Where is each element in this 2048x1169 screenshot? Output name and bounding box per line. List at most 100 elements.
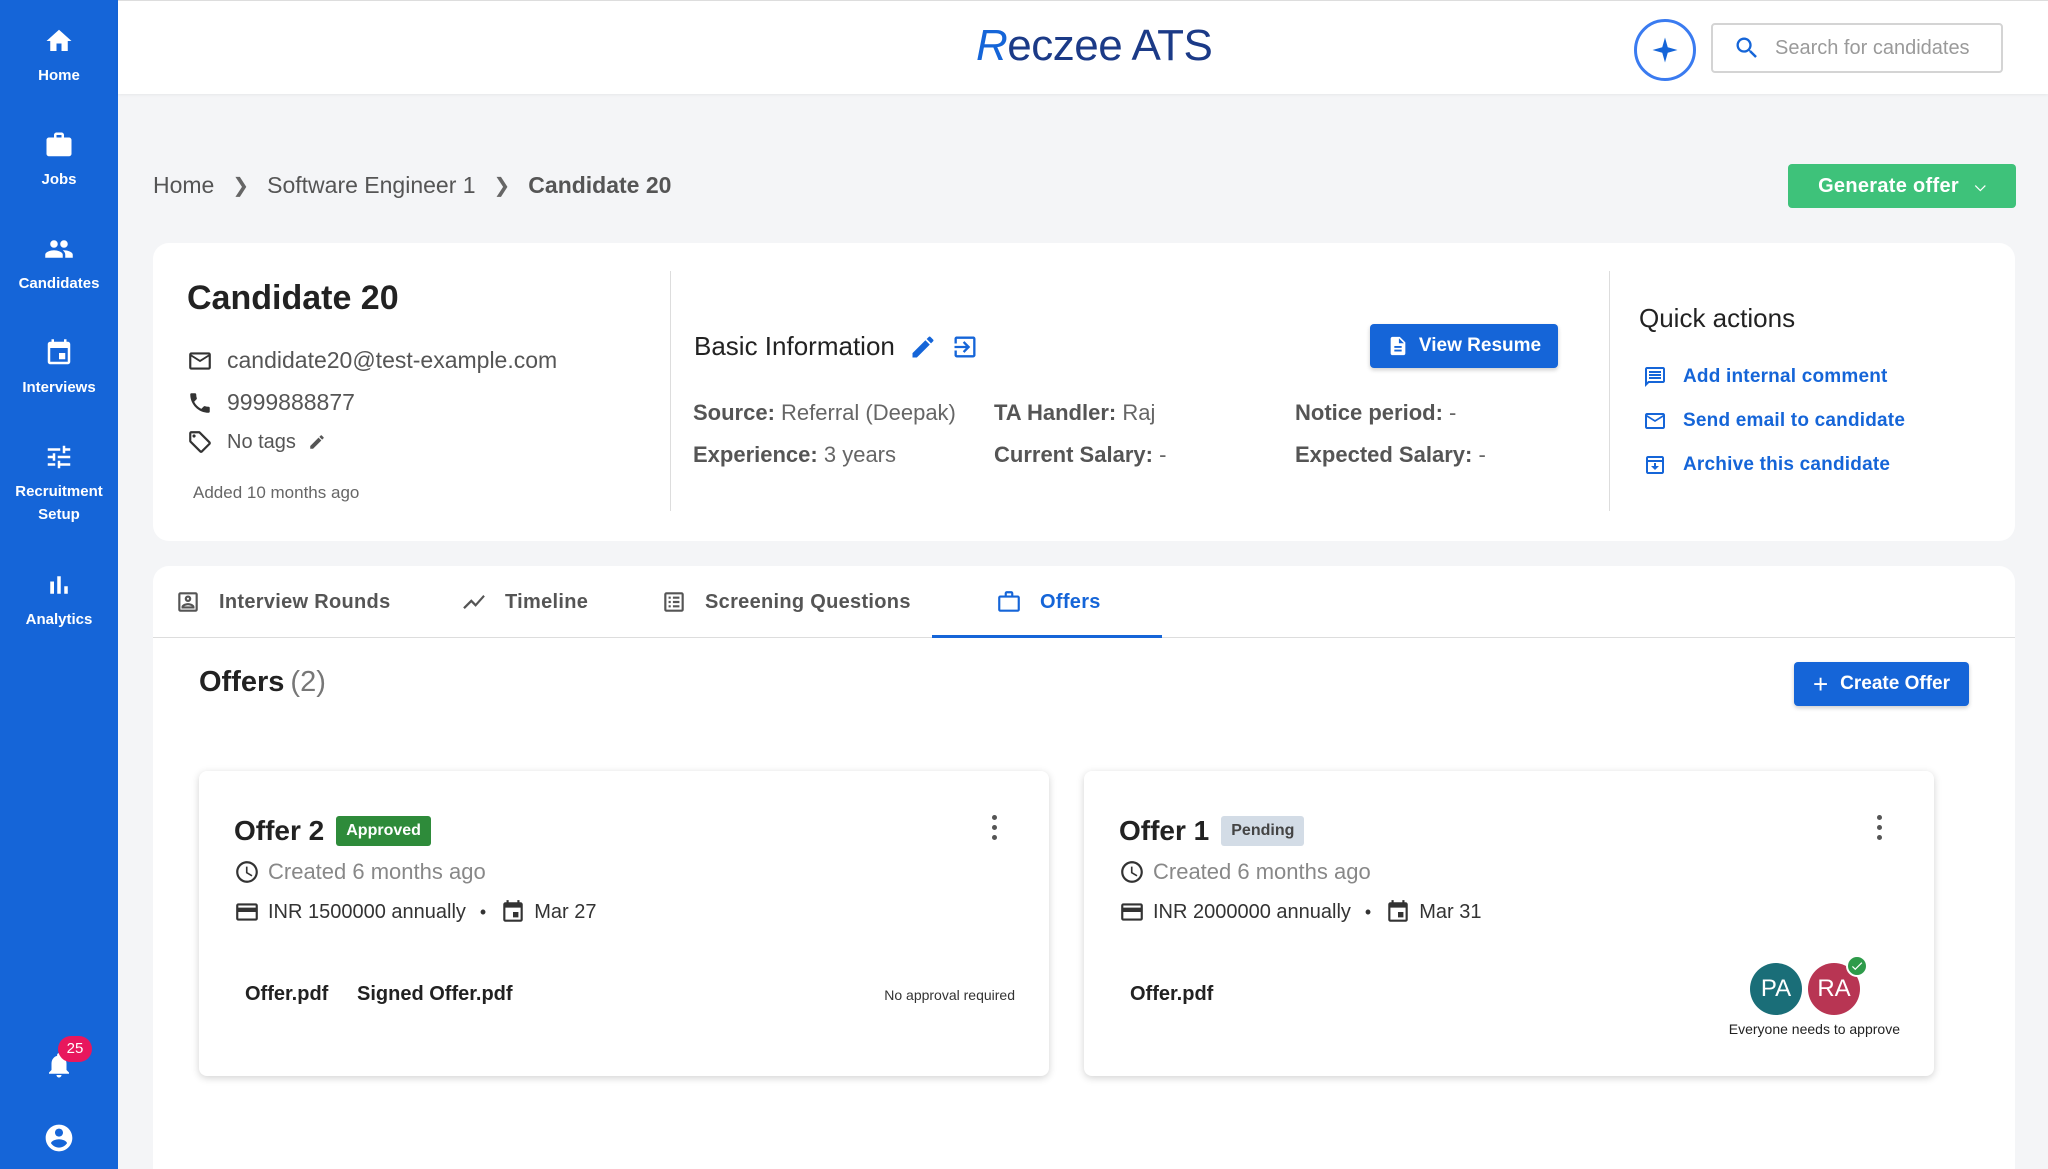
logo-text: eczee ATS <box>1007 21 1213 70</box>
more-options-icon[interactable] <box>989 815 999 843</box>
tab-label: Screening Questions <box>705 590 911 613</box>
offer-title-row: Offer 1 Pending <box>1119 815 1305 847</box>
offers-count: (2) <box>290 666 326 698</box>
document-icon <box>1390 336 1406 356</box>
field-expected-salary: Expected Salary: - <box>1295 442 1486 468</box>
tab-bar: Interview Rounds Timeline Screening Ques… <box>153 566 2015 638</box>
field-value: 3 years <box>823 442 897 467</box>
calendar-icon <box>503 900 523 922</box>
tab-offers[interactable]: Offers <box>996 566 1101 638</box>
mail-icon <box>1645 413 1665 429</box>
sidebar-item-recruitment-setup[interactable]: Recruitment Setup <box>0 442 118 526</box>
tab-interview-rounds[interactable]: Interview Rounds <box>175 566 391 638</box>
field-value: Raj <box>1122 400 1156 425</box>
tab-screening-questions[interactable]: Screening Questions <box>661 566 911 638</box>
briefcase-outline-icon <box>998 591 1020 612</box>
field-value: Referral (Deepak) <box>781 400 956 425</box>
trending-line-icon <box>463 594 485 610</box>
separator-dot: • <box>1364 901 1372 922</box>
sidebar-item-jobs[interactable]: Jobs <box>0 130 118 191</box>
candidate-email-row: candidate20@test-example.com <box>187 347 557 374</box>
approved-check-icon <box>1846 955 1868 977</box>
send-email-action[interactable]: Send email to candidate <box>1643 409 1905 433</box>
breadcrumb-home[interactable]: Home <box>153 172 214 199</box>
offers-heading: Offers (2) <box>199 666 326 699</box>
phone-icon <box>190 392 210 413</box>
search-icon <box>1736 37 1757 58</box>
account-button[interactable] <box>43 1122 75 1154</box>
field-experience: Experience: 3 years <box>693 442 896 468</box>
offers-section: Interview Rounds Timeline Screening Ques… <box>153 566 2015 1169</box>
generate-offer-button[interactable]: Generate offer ⌵ <box>1788 164 2016 208</box>
offer-created-text: Created 6 months ago <box>1153 859 1371 884</box>
quick-action-label: Archive this candidate <box>1683 454 1891 475</box>
offer-title: Offer 2 <box>234 815 325 846</box>
edit-pencil-icon[interactable] <box>909 333 937 361</box>
sidebar-item-label: Jobs <box>41 171 77 188</box>
offer-card[interactable]: Offer 2 Approved Created 6 months ago IN… <box>199 771 1049 1076</box>
sidebar-item-label: Home <box>38 67 80 84</box>
breadcrumb-current: Candidate 20 <box>528 172 672 198</box>
tab-label: Offers <box>1040 590 1101 613</box>
offer-created: Created 6 months ago <box>1119 859 1371 885</box>
sidebar-item-interviews[interactable]: Interviews <box>0 338 118 399</box>
top-header: Reczee ATS <box>118 0 2048 94</box>
more-options-icon[interactable] <box>1874 815 1884 843</box>
field-source: Source: Referral (Deepak) <box>693 400 956 426</box>
create-offer-button[interactable]: + Create Offer <box>1794 662 1969 706</box>
app-logo[interactable]: Reczee ATS <box>976 21 1213 71</box>
comment-icon <box>1645 367 1665 387</box>
avatar[interactable]: PA <box>1750 963 1802 1015</box>
candidate-name: Candidate 20 <box>187 279 399 317</box>
search-input[interactable] <box>1775 36 1995 60</box>
archive-candidate-action[interactable]: Archive this candidate <box>1643 453 1890 477</box>
calendar-icon <box>1388 900 1408 922</box>
quick-action-label: Send email to candidate <box>1683 410 1906 431</box>
open-external-icon[interactable] <box>951 333 979 361</box>
add-internal-comment-action[interactable]: Add internal comment <box>1643 365 1888 389</box>
credit-card-icon <box>1121 903 1143 921</box>
offer-title: Offer 1 <box>1119 815 1210 846</box>
field-label: Notice period: <box>1295 400 1443 425</box>
calendar-icon <box>47 339 71 365</box>
breadcrumb-job[interactable]: Software Engineer 1 <box>267 172 475 199</box>
candidate-phone[interactable]: 9999888877 <box>227 389 355 416</box>
view-resume-button[interactable]: View Resume <box>1370 324 1558 368</box>
quick-action-label: Add internal comment <box>1683 366 1888 387</box>
tab-label: Timeline <box>505 590 589 613</box>
briefcase-icon <box>46 132 72 157</box>
search-bar[interactable] <box>1711 23 2003 73</box>
field-label: Source: <box>693 400 775 425</box>
field-value: - <box>1159 442 1167 467</box>
signed-offer-pdf-link[interactable]: Signed Offer.pdf <box>357 983 513 1006</box>
separator-dot: • <box>479 901 487 922</box>
sidebar-item-analytics[interactable]: Analytics <box>0 570 118 631</box>
tune-icon <box>47 445 71 469</box>
offer-card[interactable]: Offer 1 Pending Created 6 months ago INR… <box>1084 771 1934 1076</box>
chevron-down-icon: ⌵ <box>1975 177 1986 194</box>
candidate-phone-row: 9999888877 <box>187 389 355 416</box>
tab-timeline[interactable]: Timeline <box>461 566 588 638</box>
offer-pdf-link[interactable]: Offer.pdf <box>245 983 328 1006</box>
candidate-email[interactable]: candidate20@test-example.com <box>227 347 557 374</box>
offer-details-row: INR 1500000 annually • Mar 27 <box>234 899 596 925</box>
status-badge: Approved <box>336 816 431 846</box>
sidebar-item-candidates[interactable]: Candidates <box>0 234 118 295</box>
ai-assistant-button[interactable] <box>1634 19 1696 81</box>
offer-salary: INR 1500000 annually <box>268 900 466 923</box>
basic-info-title: Basic Information <box>694 331 895 361</box>
account-circle-icon <box>45 1124 73 1152</box>
offer-created: Created 6 months ago <box>234 859 486 885</box>
sidebar-item-home[interactable]: Home <box>0 26 118 87</box>
create-offer-label: Create Offer <box>1840 673 1950 694</box>
field-label: Experience: <box>693 442 818 467</box>
sidebar-item-label: Interviews <box>22 379 96 396</box>
candidate-tags-row: No tags <box>187 429 340 455</box>
logo-initial: R <box>976 21 1008 70</box>
edit-tags-icon[interactable] <box>308 433 326 451</box>
sparkle-icon <box>1652 37 1678 63</box>
offer-pdf-link[interactable]: Offer.pdf <box>1130 983 1213 1006</box>
archive-icon <box>1646 456 1664 474</box>
candidate-tags: No tags <box>227 430 296 453</box>
offer-details-row: INR 2000000 annually • Mar 31 <box>1119 899 1481 925</box>
